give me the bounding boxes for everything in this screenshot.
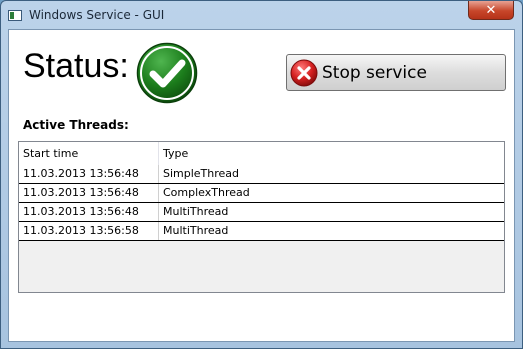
cell-type: SimpleThread bbox=[163, 167, 240, 180]
table-row[interactable]: 11.03.2013 13:56:48 MultiThread bbox=[19, 203, 504, 222]
cell-type: MultiThread bbox=[163, 224, 229, 237]
threads-grid[interactable]: Start time Type 11.03.2013 13:56:48 Simp… bbox=[18, 141, 505, 293]
cell-start-time: 11.03.2013 13:56:48 bbox=[19, 184, 159, 202]
window-title: Windows Service - GUI bbox=[29, 8, 165, 22]
app-window-icon[interactable] bbox=[8, 10, 22, 21]
cell-type: MultiThread bbox=[163, 205, 229, 218]
close-button[interactable]: ✕ bbox=[468, 1, 514, 20]
table-row[interactable]: 11.03.2013 13:56:58 MultiThread bbox=[19, 222, 504, 241]
table-row[interactable]: 11.03.2013 13:56:48 ComplexThread bbox=[19, 184, 504, 203]
client-area: Status: Stop service Active Threads: Sta… bbox=[8, 29, 515, 342]
status-label: Status: bbox=[23, 47, 129, 85]
active-threads-heading: Active Threads: bbox=[23, 118, 129, 132]
table-row[interactable]: 11.03.2013 13:56:48 SimpleThread bbox=[19, 165, 504, 184]
cell-type: ComplexThread bbox=[163, 186, 250, 199]
stop-service-label: Stop service bbox=[322, 62, 427, 83]
stop-service-button[interactable]: Stop service bbox=[286, 54, 506, 91]
title-bar[interactable]: Windows Service - GUI ✕ bbox=[1, 1, 522, 29]
status-ok-icon bbox=[136, 42, 198, 104]
grid-header: Start time Type bbox=[19, 142, 504, 166]
column-header-type[interactable]: Type bbox=[159, 142, 504, 165]
app-window: Windows Service - GUI ✕ Status: Stop ser… bbox=[0, 0, 523, 349]
cell-start-time: 11.03.2013 13:56:48 bbox=[19, 165, 159, 183]
cell-start-time: 11.03.2013 13:56:48 bbox=[19, 203, 159, 221]
close-icon: ✕ bbox=[485, 2, 497, 18]
cell-start-time: 11.03.2013 13:56:58 bbox=[19, 222, 159, 240]
column-header-start-time[interactable]: Start time bbox=[19, 142, 159, 165]
stop-x-icon bbox=[290, 59, 318, 86]
